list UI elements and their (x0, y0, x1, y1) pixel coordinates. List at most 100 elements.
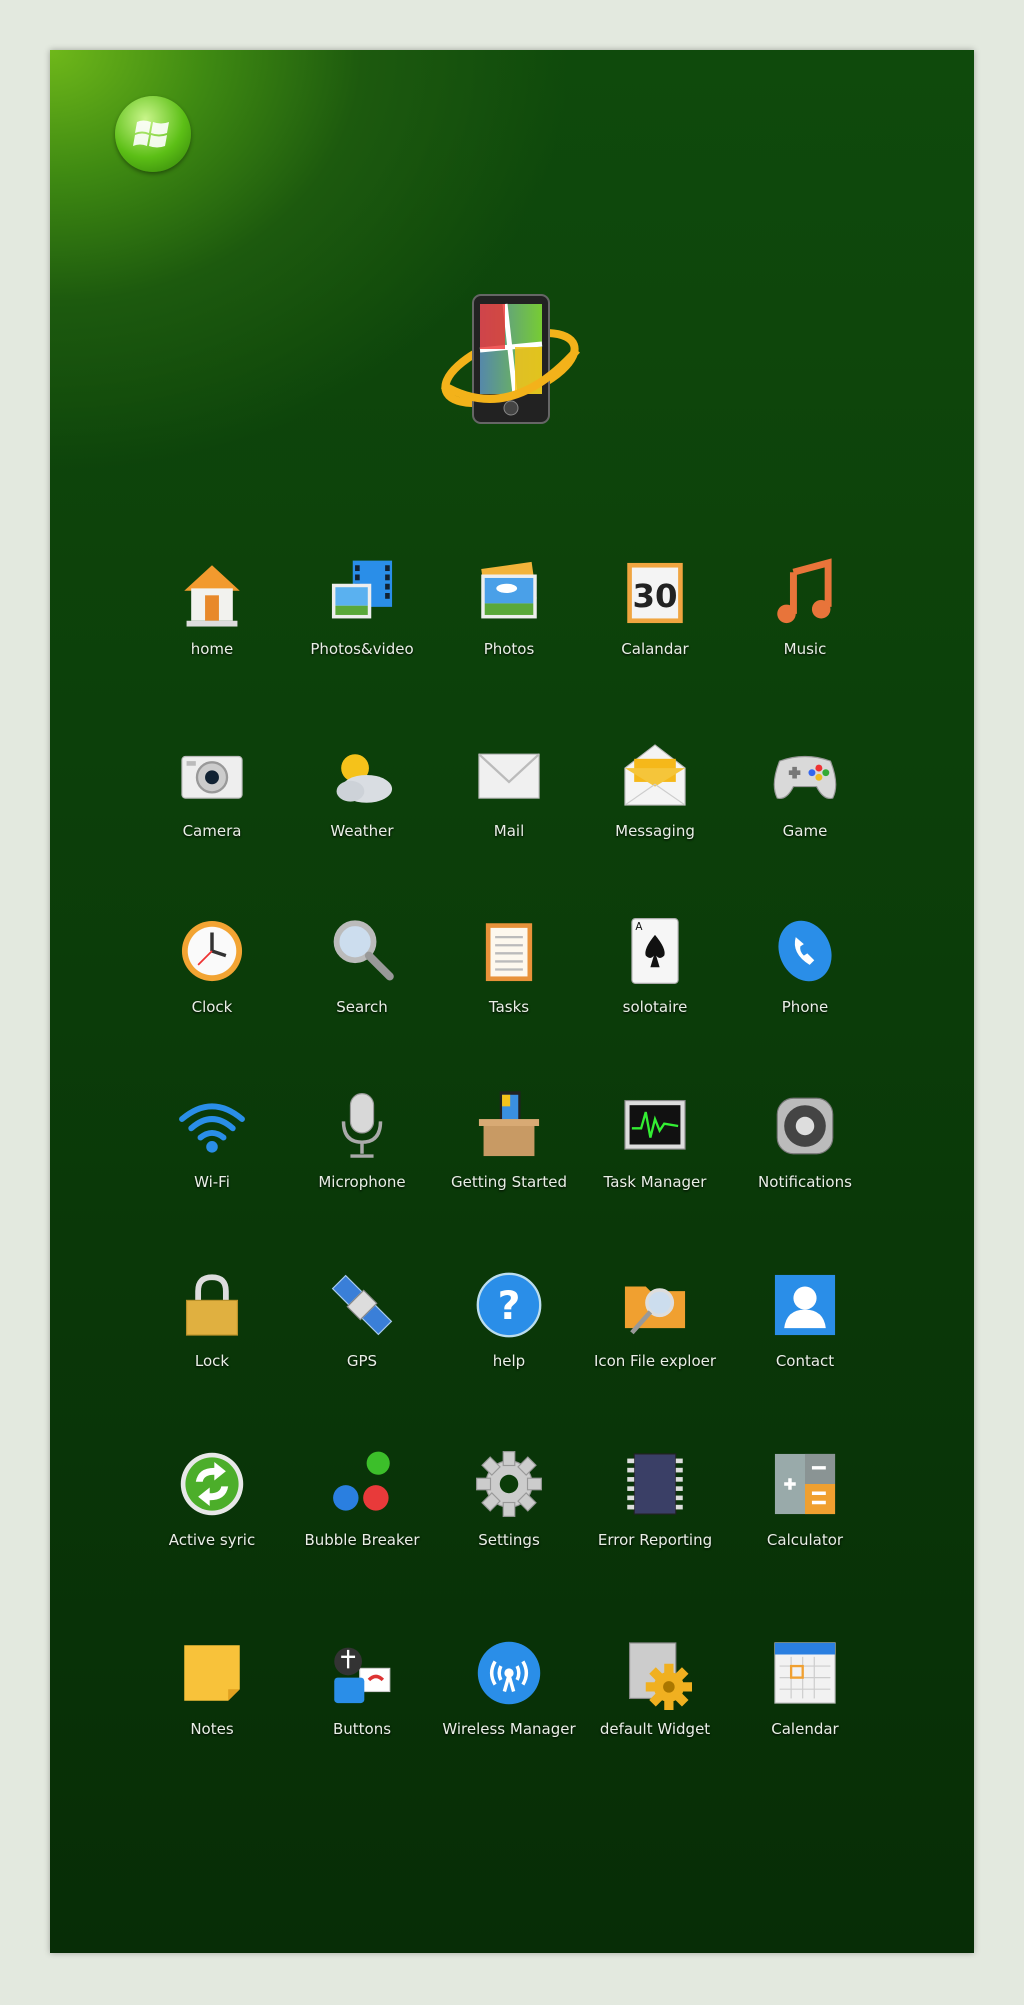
app-contact[interactable]: Contact (730, 1268, 880, 1370)
app-widget[interactable]: default Widget (580, 1636, 730, 1738)
app-gear[interactable]: Settings (434, 1447, 584, 1549)
app-label: Icon File exploer (593, 1352, 717, 1370)
app-search[interactable]: Search (287, 914, 437, 1016)
svg-text:A: A (635, 921, 643, 933)
app-label: Contact (775, 1352, 835, 1370)
app-label: Lock (194, 1352, 230, 1370)
search-icon (333, 920, 394, 981)
app-label: GPS (346, 1352, 378, 1370)
app-label: help (492, 1352, 526, 1370)
svg-text:?: ? (498, 1284, 521, 1329)
app-label: Getting Started (451, 1173, 567, 1191)
app-label: default Widget (599, 1720, 711, 1738)
app-notes[interactable]: Notes (137, 1636, 287, 1738)
app-task-manager[interactable]: Task Manager (580, 1089, 730, 1191)
app-home[interactable]: home (137, 556, 287, 658)
app-microphone[interactable]: Microphone (287, 1089, 437, 1191)
wireless-icon (477, 1641, 541, 1705)
photos-video-icon (331, 560, 393, 619)
calendar-30-icon: 30 (627, 562, 683, 624)
app-label: Clock (191, 998, 233, 1016)
gear-icon (476, 1451, 542, 1517)
app-label: Messaging (615, 822, 695, 840)
app-file-explorer[interactable]: Icon File exploer (580, 1268, 730, 1370)
app-tasks[interactable]: Tasks (434, 914, 584, 1016)
app-label: Game (782, 822, 828, 840)
windows-mobile-phone-icon (435, 290, 585, 434)
phone-icon (778, 920, 832, 982)
windows-orb-icon[interactable] (115, 96, 191, 172)
gamepad-icon (773, 755, 837, 800)
calculator-icon (774, 1453, 836, 1515)
app-label: Calculator (766, 1531, 844, 1549)
app-camera[interactable]: Camera (137, 738, 287, 840)
getting-started-icon (478, 1091, 540, 1157)
photos-icon (481, 561, 537, 619)
app-satellite[interactable]: GPS (287, 1268, 437, 1370)
app-label: Error Reporting (597, 1531, 713, 1549)
speaker-icon (776, 1097, 834, 1155)
help-icon: ? (476, 1272, 542, 1338)
app-label: solotaire (622, 998, 688, 1016)
app-label: Wireless Manager (442, 1720, 576, 1738)
app-label: Photos&video (310, 640, 414, 658)
music-icon (777, 558, 832, 624)
app-speaker[interactable]: Notifications (730, 1089, 880, 1191)
app-calculator[interactable]: Calculator (730, 1447, 880, 1549)
app-messaging[interactable]: Messaging (580, 738, 730, 840)
app-sync[interactable]: Active syric (137, 1447, 287, 1549)
weather-icon (336, 754, 393, 803)
app-mail[interactable]: Mail (434, 738, 584, 840)
chip-icon (627, 1453, 683, 1515)
app-label: Settings (478, 1531, 540, 1549)
microphone-icon (341, 1093, 383, 1158)
task-manager-icon (624, 1099, 686, 1150)
app-music[interactable]: Music (730, 556, 880, 658)
calendar-icon (774, 1642, 836, 1704)
app-buttons[interactable]: Buttons (287, 1636, 437, 1738)
app-label: Notifications (758, 1173, 852, 1191)
notes-icon (184, 1645, 240, 1701)
app-bubbles[interactable]: Bubble Breaker (287, 1447, 437, 1549)
app-label: Calendar (771, 1720, 839, 1738)
app-wifi[interactable]: Wi-Fi (137, 1089, 287, 1191)
app-lock[interactable]: Lock (137, 1268, 287, 1370)
home-icon (184, 565, 240, 627)
app-chip[interactable]: Error Reporting (580, 1447, 730, 1549)
app-clock[interactable]: Clock (137, 914, 287, 1016)
app-label: Weather (330, 822, 394, 840)
app-photos[interactable]: Photos (434, 556, 584, 658)
app-calendar-30[interactable]: 30 Calandar (580, 556, 730, 658)
app-weather[interactable]: Weather (287, 738, 437, 840)
app-wireless[interactable]: Wireless Manager (434, 1636, 584, 1738)
app-photos-video[interactable]: Photos&video (287, 556, 437, 658)
app-label: Calandar (621, 640, 689, 658)
contact-icon (774, 1274, 836, 1336)
app-label: home (190, 640, 234, 658)
app-phone[interactable]: Phone (730, 914, 880, 1016)
app-help[interactable]: ? help (434, 1268, 584, 1370)
buttons-icon (334, 1647, 391, 1704)
file-explorer-icon (624, 1286, 686, 1335)
messaging-icon (624, 744, 686, 806)
app-label: Buttons (332, 1720, 392, 1738)
app-label: Task Manager (603, 1173, 707, 1191)
app-label: Photos (483, 640, 535, 658)
svg-text:30: 30 (632, 577, 677, 615)
app-label: Music (783, 640, 827, 658)
app-label: Notes (190, 1720, 234, 1738)
app-label: Active syric (168, 1531, 256, 1549)
app-label: Bubble Breaker (304, 1531, 420, 1549)
app-label: Tasks (488, 998, 530, 1016)
satellite-icon (331, 1274, 393, 1336)
app-label: Microphone (318, 1173, 406, 1191)
app-calendar[interactable]: Calendar (730, 1636, 880, 1738)
app-gamepad[interactable]: Game (730, 738, 880, 840)
app-card[interactable]: Asolotaire (580, 914, 730, 1016)
app-label: Phone (781, 998, 829, 1016)
lock-icon (185, 1274, 239, 1336)
wifi-icon (179, 1103, 245, 1153)
app-getting-started[interactable]: Getting Started (434, 1089, 584, 1191)
sync-icon (180, 1452, 244, 1516)
tasks-icon (485, 923, 533, 982)
